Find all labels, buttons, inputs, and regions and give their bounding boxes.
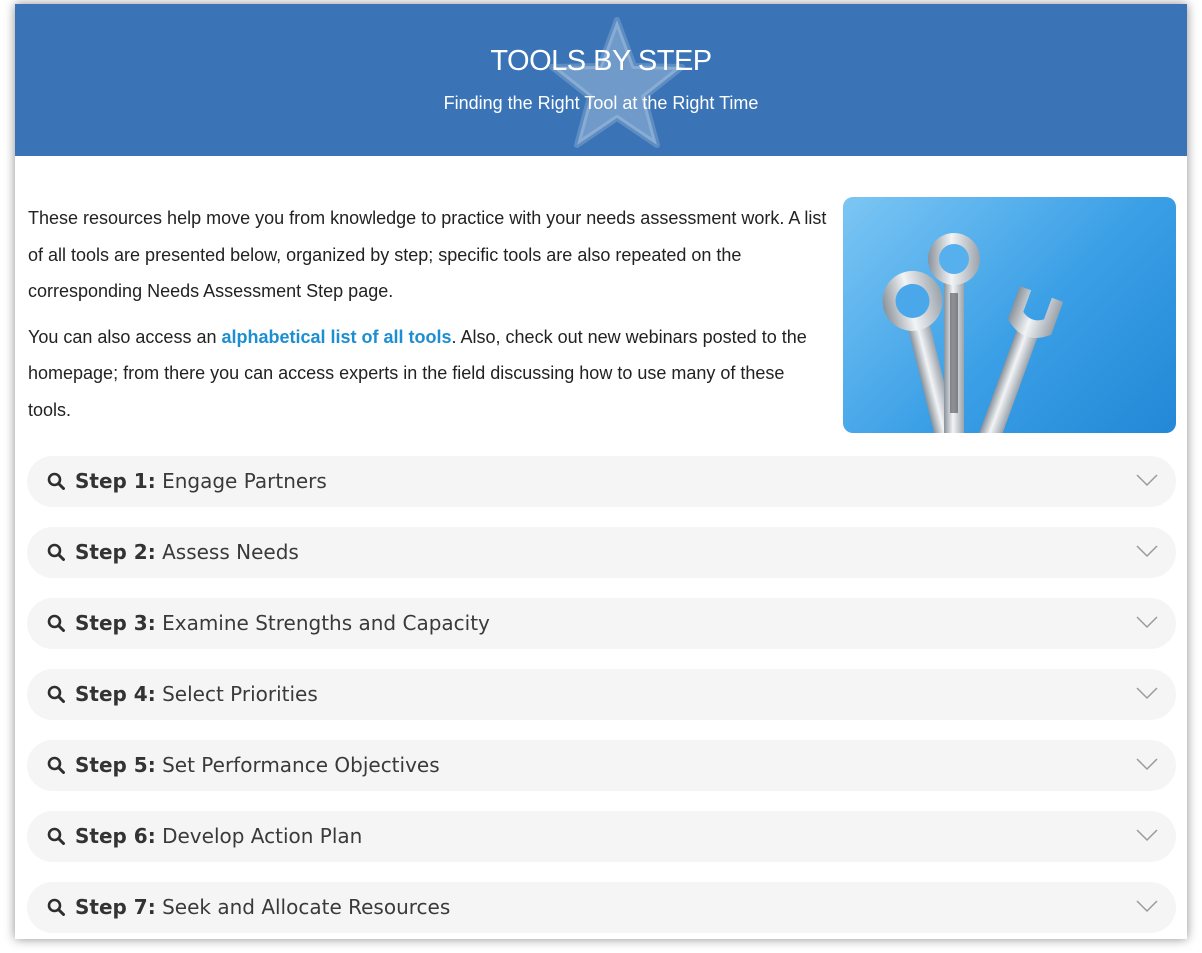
step-title: Select Priorities	[162, 682, 318, 706]
chevron-down-icon	[1136, 829, 1158, 842]
accordion-step-1[interactable]: Step 1: Engage Partners	[27, 456, 1176, 507]
step-number: Step 6:	[75, 824, 156, 848]
chevron-down-icon	[1136, 545, 1158, 558]
page-title: TOOLS BY STEP	[490, 45, 712, 77]
step-label: Step 2: Assess Needs	[75, 540, 299, 564]
step-title: Seek and Allocate Resources	[162, 895, 451, 919]
step-title: Assess Needs	[162, 540, 299, 564]
chevron-down-icon	[1136, 900, 1158, 913]
chevron-down-icon	[1136, 687, 1158, 700]
step-label: Step 3: Examine Strengths and Capacity	[75, 611, 490, 635]
accordion-step-2[interactable]: Step 2: Assess Needs	[27, 527, 1176, 578]
chevron-down-icon	[1136, 758, 1158, 771]
step-label: Step 5: Set Performance Objectives	[75, 753, 440, 777]
wrenches-illustration	[882, 233, 1064, 433]
step-number: Step 7:	[75, 895, 156, 919]
step-number: Step 1:	[75, 469, 156, 493]
steps-accordion: Step 1: Engage Partners Step 2: Assess N…	[27, 456, 1176, 953]
page-subtitle: Finding the Right Tool at the Right Time	[443, 93, 759, 113]
accordion-step-4[interactable]: Step 4: Select Priorities	[27, 669, 1176, 720]
accordion-step-6[interactable]: Step 6: Develop Action Plan	[27, 811, 1176, 862]
step-label: Step 6: Develop Action Plan	[75, 824, 362, 848]
intro-paragraph: These resources help move you from knowl…	[28, 208, 827, 301]
accordion-step-3[interactable]: Step 3: Examine Strengths and Capacity	[27, 598, 1176, 649]
step-label: Step 1: Engage Partners	[75, 469, 327, 493]
step-number: Step 3:	[75, 611, 156, 635]
intro-text-before-link: You can also access an	[28, 326, 222, 347]
wrenches-image	[843, 197, 1176, 433]
chevron-down-icon	[1136, 474, 1158, 487]
alphabetical-list-link[interactable]: alphabetical list of all tools	[221, 327, 451, 347]
accordion-step-5[interactable]: Step 5: Set Performance Objectives	[27, 740, 1176, 791]
search-icon	[47, 827, 65, 845]
accordion-step-7[interactable]: Step 7: Seek and Allocate Resources	[27, 882, 1176, 933]
page-header-banner: TOOLS BY STEP Finding the Right Tool at …	[15, 4, 1187, 156]
page-frame: TOOLS BY STEP Finding the Right Tool at …	[15, 4, 1187, 939]
search-icon	[47, 685, 65, 703]
step-number: Step 5:	[75, 753, 156, 777]
step-title: Examine Strengths and Capacity	[162, 611, 490, 635]
intro-paragraph-2: You can also access an alphabetical list…	[28, 319, 828, 429]
intro-text: These resources help move you from knowl…	[28, 200, 828, 437]
step-title: Engage Partners	[162, 469, 327, 493]
step-label: Step 7: Seek and Allocate Resources	[75, 895, 450, 919]
search-icon	[47, 472, 65, 490]
search-icon	[47, 614, 65, 632]
step-number: Step 4:	[75, 682, 156, 706]
chevron-down-icon	[1136, 616, 1158, 629]
step-title: Set Performance Objectives	[162, 753, 440, 777]
step-number: Step 2:	[75, 540, 156, 564]
search-icon	[47, 898, 65, 916]
search-icon	[47, 756, 65, 774]
step-label: Step 4: Select Priorities	[75, 682, 318, 706]
star-icon	[549, 17, 685, 148]
step-title: Develop Action Plan	[162, 824, 363, 848]
search-icon	[47, 543, 65, 561]
